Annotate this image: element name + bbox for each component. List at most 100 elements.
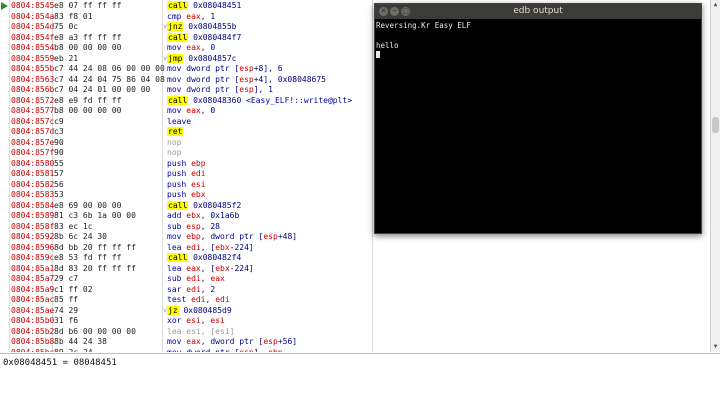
instruction-address: 0804:85bc — [11, 347, 55, 353]
operand-text: +8], 6 — [253, 64, 283, 73]
instruction-bytes: 83 f8 01 — [54, 11, 93, 21]
mnemonic: mov — [167, 43, 182, 52]
disasm-row[interactable]: 0804:85ac 85 ff test edi, edi — [0, 295, 710, 306]
disasm-row[interactable]: 0804:8596 8d bb 20 ff ff ff lea edi, [ebx-… — [0, 243, 710, 254]
disasm-row[interactable]: 0804:85b0 31 f6 xor esi, esi — [0, 316, 710, 327]
window-titlebar[interactable]: ✕ − □ edb output — [375, 4, 701, 19]
operand-text: ], 1 — [253, 85, 273, 94]
scrollbar-thumb[interactable] — [712, 117, 719, 133]
terminal-line: hello — [376, 41, 399, 50]
operands: 0x08048360 <Easy_ELF!::write@plt> — [193, 96, 352, 105]
register-name: esp — [186, 221, 201, 231]
instruction-address: 0804:856b — [11, 85, 55, 94]
scroll-down-arrow-icon[interactable]: ▼ — [712, 343, 719, 350]
mnemonic: xor — [167, 316, 182, 325]
instruction-text: push edi — [167, 169, 206, 180]
edb-output-window[interactable]: ✕ − □ edb output Reversing.Kr Easy ELF h… — [374, 3, 702, 234]
register-name: eax — [210, 274, 225, 283]
instruction-bytes: c7 04 24 01 00 00 00 — [54, 85, 151, 94]
operand-text: 0x08048360 — [193, 95, 247, 105]
scroll-up-arrow-icon[interactable]: ▲ — [712, 1, 719, 8]
instruction-text: push ebx — [167, 190, 206, 201]
disasm-row[interactable]: 0804:85a1 8d 83 20 ff ff ff lea eax, [ebx-… — [0, 264, 710, 275]
instruction-bytes: 85 ff — [54, 295, 79, 304]
operand-text: -224] — [229, 242, 254, 252]
instruction-address: 0804:85ae — [11, 305, 55, 315]
instruction-address: 0804:854d — [11, 22, 55, 31]
instruction-bytes: 56 — [54, 179, 64, 189]
operands: esi, esi — [186, 316, 225, 325]
instruction-text: jz 0x080485d9 — [167, 305, 232, 317]
instruction-text: nop — [167, 148, 181, 159]
operands: 0x08048451 — [193, 1, 241, 10]
register-name: eax — [186, 263, 201, 273]
instruction-address: 0804:854f — [11, 32, 55, 42]
mnemonic: sar — [167, 284, 182, 294]
instruction-address: 0804:85a9 — [11, 284, 55, 294]
instruction-text: call 0x080484f7 — [167, 32, 241, 44]
register-name: ebx — [215, 263, 230, 273]
instruction-text: mov dword ptr [esp+8], 6 — [167, 64, 283, 75]
terminal-body[interactable]: Reversing.Kr Easy ELF hello — [375, 20, 701, 233]
instruction-text: call 0x080485f2 — [167, 200, 241, 212]
mnemonic: ret — [167, 127, 184, 136]
instruction-text: lea edi, [ebx-224] — [167, 243, 254, 254]
register-name: ebx — [191, 190, 206, 199]
mnemonic: nop — [167, 137, 182, 147]
instruction-address: 0804:857c — [11, 116, 55, 126]
operands: eax, [ebx-224] — [186, 264, 253, 273]
instruction-text: mov eax, dword ptr [esp+56] — [167, 337, 297, 348]
disasm-row[interactable]: 0804:85bc 89 2c 24 mov dword ptr [esp], eb… — [0, 348, 710, 353]
terminal-line: Reversing.Kr Easy ELF — [376, 21, 471, 30]
instruction-text: test edi, edi — [167, 295, 230, 306]
instruction-text: leave — [167, 117, 191, 128]
instruction-address: 0804:857d — [11, 127, 55, 136]
register-name: edi — [186, 274, 201, 283]
mnemonic: push — [167, 190, 187, 199]
register-name: esi — [186, 316, 201, 325]
operand-text: 0x08048451 — [193, 1, 242, 10]
instruction-bytes: 8d 83 20 ff ff ff — [54, 263, 136, 273]
mnemonic: leave — [167, 116, 192, 126]
disasm-row[interactable]: 0804:85ae 74 29 ˅ jz 0x080485d9 — [0, 305, 710, 317]
mnemonic: test — [167, 295, 187, 304]
disasm-row[interactable]: 0804:859c e8 53 fd ff ff call 0x080482f4 — [0, 253, 710, 264]
mnemonic: push — [167, 169, 187, 178]
operand-text: +4], 0x08048675 — [253, 74, 326, 84]
operand-text: , dword ptr [ — [200, 232, 264, 241]
instruction-address: 0804:85ac — [11, 295, 55, 304]
disasm-row[interactable]: 0804:85b2 8d b6 00 00 00 00 lea esi, [esi] — [0, 327, 710, 338]
disasm-row[interactable]: 0804:85a9 c1 ff 02 sar edi, 2 — [0, 285, 710, 296]
mnemonic: mov — [167, 337, 182, 346]
operands: 0x0804855b — [188, 22, 236, 31]
instruction-text: lea eax, [ebx-224] — [167, 264, 254, 275]
instruction-bytes: 55 — [54, 158, 64, 168]
operand-text: , 0 — [200, 106, 216, 115]
operand-text: dword ptr [ — [186, 85, 240, 94]
operands: eax, 1 — [186, 12, 215, 21]
register-name: ebp — [186, 232, 201, 241]
instruction-text: sub edi, eax — [167, 274, 225, 285]
instruction-address: 0804:855b — [11, 64, 55, 73]
register-name: ebx — [186, 211, 201, 220]
operands: ebx, 0x1a6b — [186, 211, 239, 220]
mnemonic: jmp — [167, 53, 184, 63]
instruction-text: mov dword ptr [esp+4], 0x08048675 — [167, 75, 326, 86]
instruction-text: call 0x08048451 — [167, 1, 241, 12]
instruction-address: 0804:8559 — [11, 53, 55, 63]
operands: eax, dword ptr [esp+56] — [186, 337, 297, 346]
instruction-bytes: eb 21 — [54, 53, 79, 63]
vertical-scrollbar[interactable]: ▲ ▼ — [710, 0, 720, 352]
mnemonic: push — [167, 179, 187, 189]
disasm-row[interactable]: 0804:85b8 8b 44 24 38 mov eax, dword ptr [… — [0, 337, 710, 348]
instruction-bytes: e8 07 ff ff ff — [54, 1, 122, 10]
register-name: eax — [186, 106, 201, 115]
instruction-text: mov eax, 0 — [167, 106, 215, 117]
terminal-cursor — [376, 51, 380, 58]
disasm-row[interactable]: 0804:85a7 29 c7 sub edi, eax — [0, 274, 710, 285]
register-name: esi — [210, 316, 225, 325]
mnemonic: call — [167, 1, 189, 10]
operands: dword ptr [esp+4], 0x08048675 — [186, 75, 326, 84]
operands: edi — [191, 169, 205, 178]
instruction-text: sar edi, 2 — [167, 285, 215, 296]
